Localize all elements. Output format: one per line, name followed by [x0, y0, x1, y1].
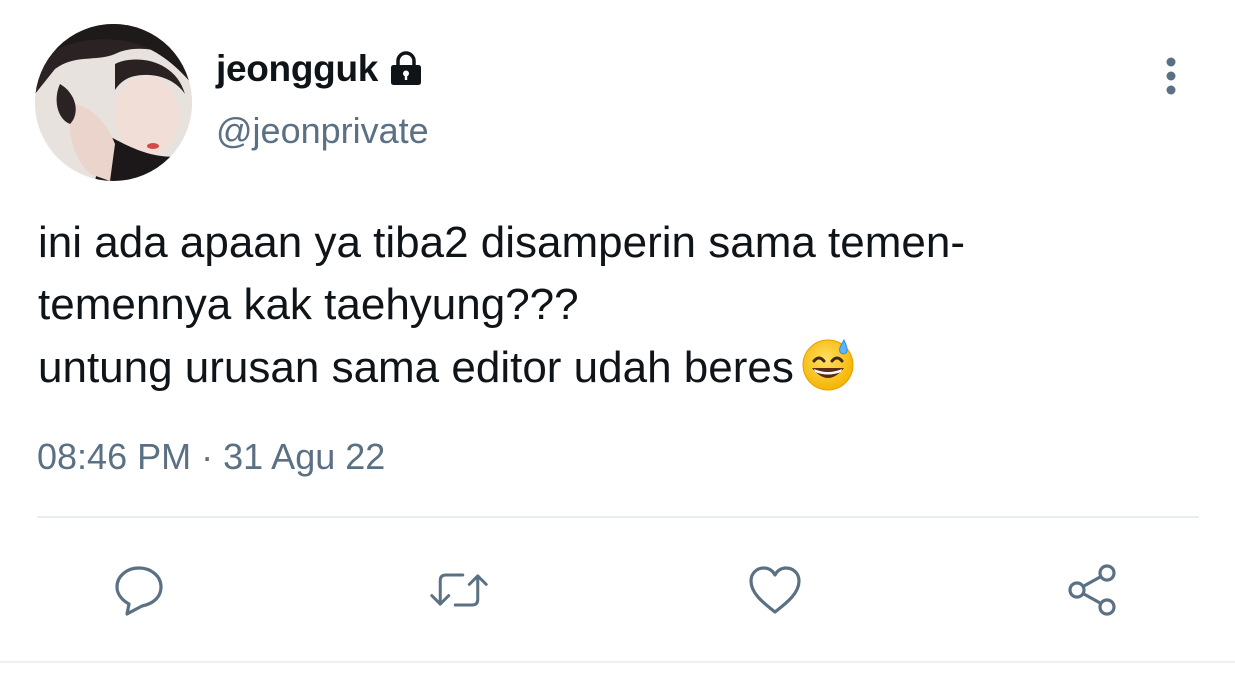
- tweet-text-line: untung urusan sama editor udah beres: [38, 343, 794, 392]
- retweet-icon: [430, 573, 488, 607]
- retweet-button[interactable]: [429, 560, 489, 620]
- more-vertical-icon: [1166, 57, 1176, 95]
- reply-button[interactable]: [109, 560, 169, 620]
- divider: [37, 516, 1199, 518]
- tweet-time: 08:46 PM: [37, 436, 192, 477]
- display-name[interactable]: jeongguk: [216, 48, 378, 90]
- share-icon: [1068, 564, 1116, 616]
- tweet-text: ini ada apaan ya tiba2 disamperin sama t…: [38, 212, 1198, 399]
- share-button[interactable]: [1062, 560, 1122, 620]
- tweet: jeongguk @jeonprivate ini ada apaan ya t…: [0, 0, 1235, 681]
- bottom-divider: [0, 661, 1235, 663]
- reply-icon: [115, 566, 163, 616]
- heart-icon: [749, 566, 801, 614]
- avatar-image: [35, 24, 192, 181]
- tweet-text-line-with-emoji: untung urusan sama editor udah beres: [38, 336, 1198, 399]
- author-handle[interactable]: @jeonprivate: [216, 110, 429, 152]
- tweet-timestamp[interactable]: 08:46 PM · 31 Agu 22: [37, 436, 385, 478]
- avatar[interactable]: [35, 24, 192, 181]
- tweet-text-line: ini ada apaan ya tiba2 disamperin sama t…: [38, 218, 965, 267]
- grinning-face-with-sweat-emoji: [800, 336, 856, 392]
- lock-icon: [386, 49, 426, 89]
- tweet-date: 31 Agu 22: [223, 436, 386, 477]
- more-options-button[interactable]: [1150, 50, 1192, 102]
- author-name-row[interactable]: jeongguk: [216, 44, 426, 94]
- tweet-text-line: temennya kak taehyung???: [38, 280, 579, 329]
- like-button[interactable]: [745, 560, 805, 620]
- timestamp-separator: ·: [201, 436, 214, 477]
